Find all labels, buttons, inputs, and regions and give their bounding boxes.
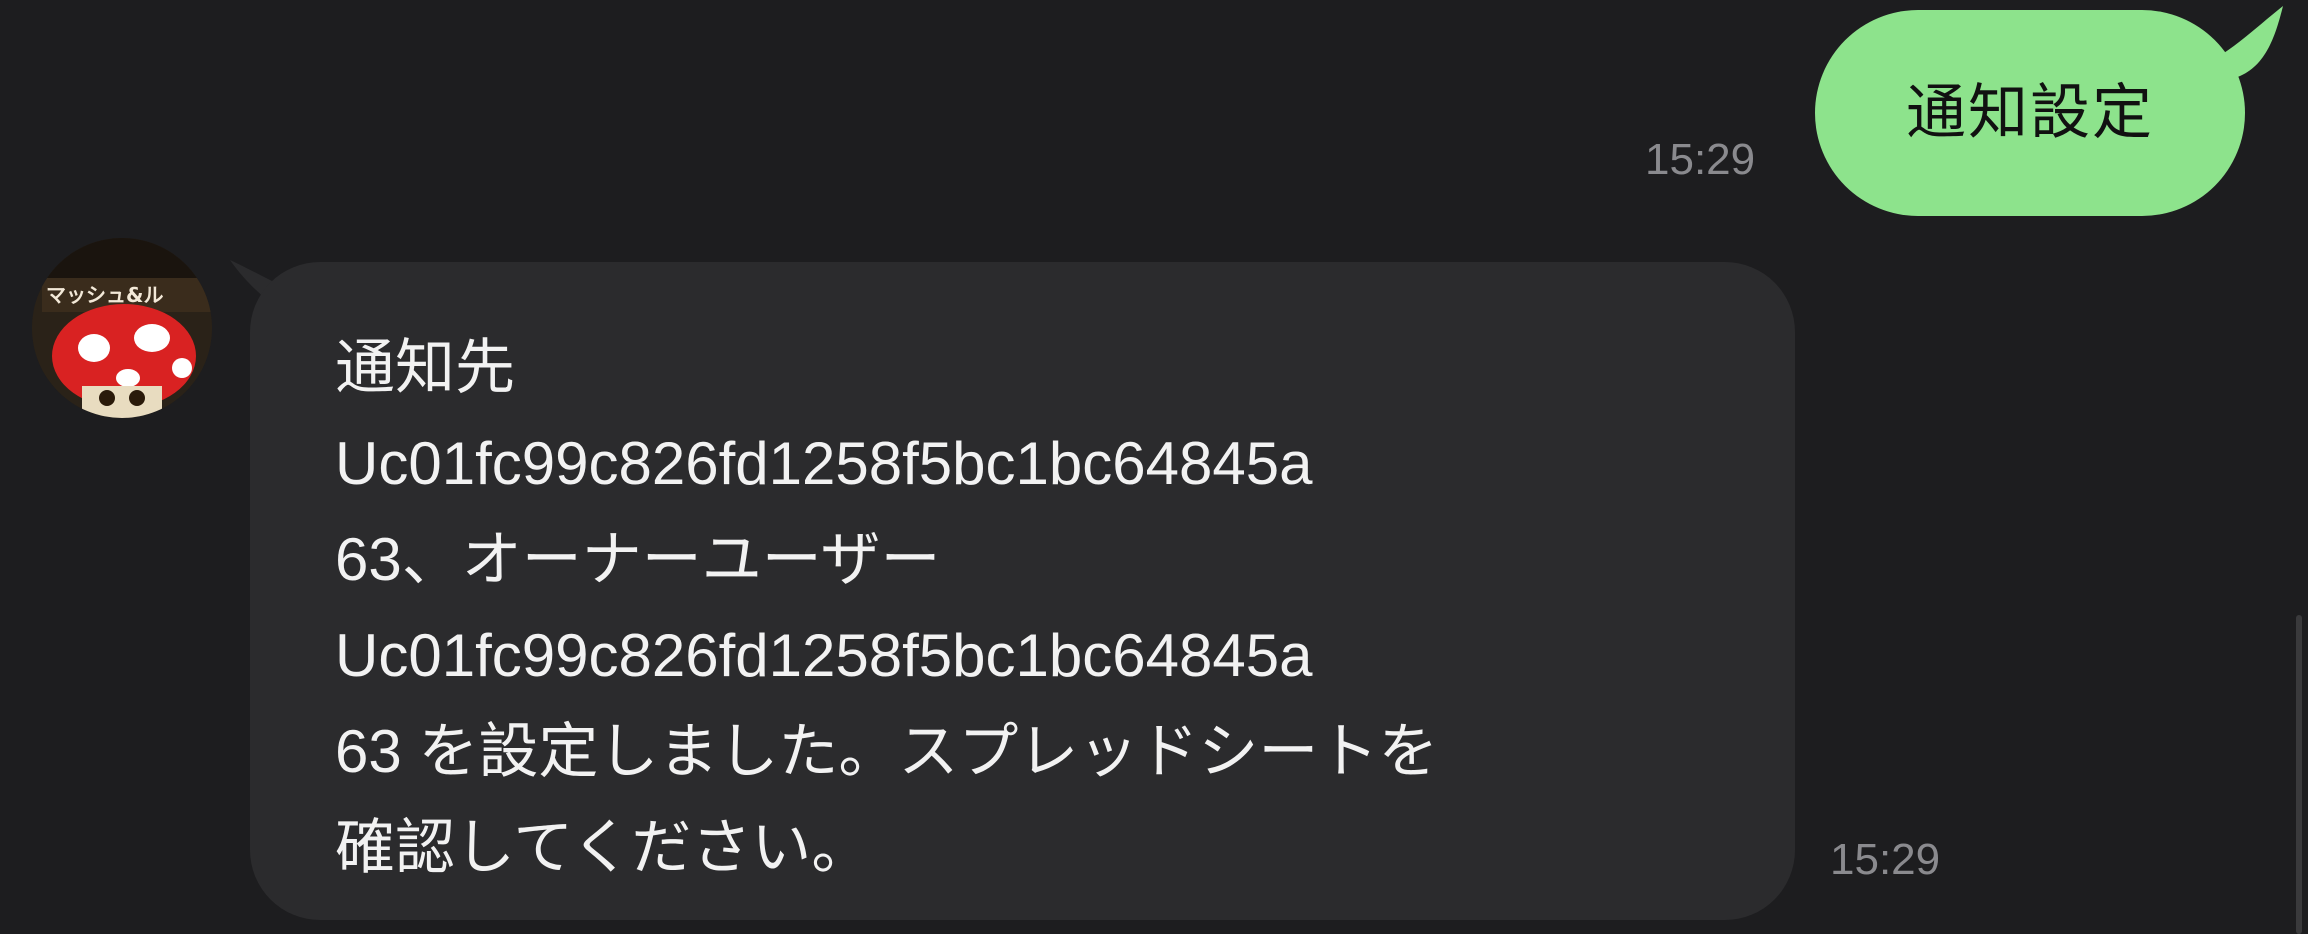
message-line: Uc01fc99c826fd1258f5bc1bc64845a [335,430,1313,497]
message-line: 63 を設定しました。スプレッドシートを [335,718,1439,785]
incoming-timestamp: 15:29 [1830,835,1941,884]
scrollbar[interactable] [2296,615,2302,934]
sender-avatar[interactable]: マッシュ&ル [32,238,212,418]
chat-view: 15:29 通知設定 マッシュ&ル 通知先 Uc01fc99c826fd1258… [0,0,2308,934]
message-line: Uc01fc99c826fd1258f5bc1bc64845a [335,622,1313,689]
incoming-message-text: 通知先 Uc01fc99c826fd1258f5bc1bc64845a 63、オ… [335,320,1775,896]
message-line: 確認してください。 [335,814,872,881]
outgoing-timestamp: 15:29 [1645,135,1756,184]
outgoing-message-bubble[interactable]: 通知設定 [1815,10,2245,216]
message-line: 63、オーナーユーザー [335,526,941,593]
mushroom-avatar-icon: マッシュ&ル [32,238,212,418]
message-line: 通知先 [335,334,515,401]
avatar-label: マッシュ&ル [46,283,163,307]
